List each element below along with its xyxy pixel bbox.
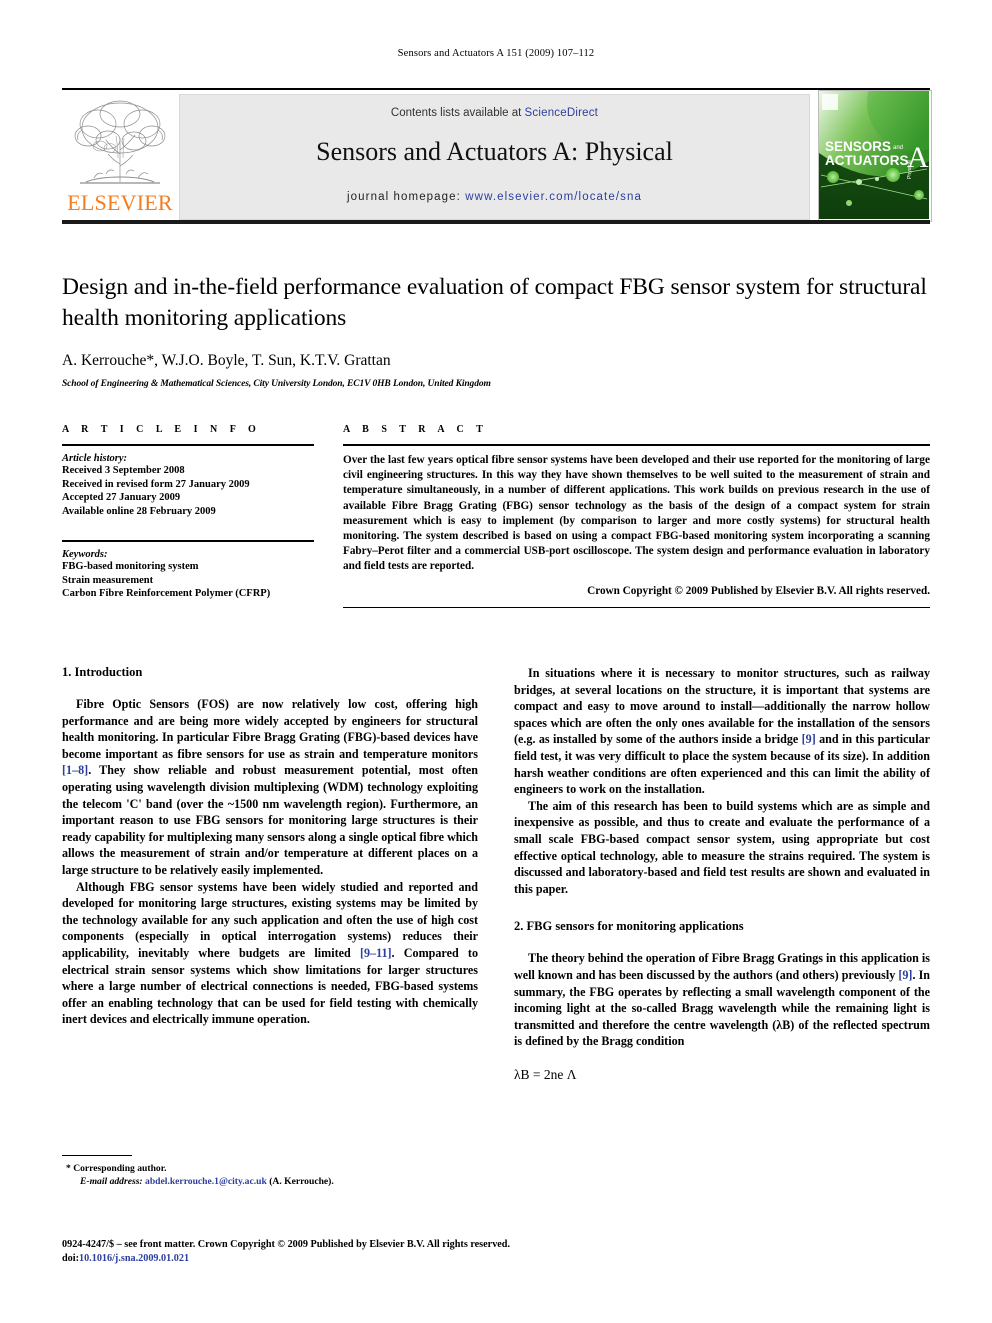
homepage-url-link[interactable]: www.elsevier.com/locate/sna — [465, 191, 642, 203]
citation-link[interactable]: [9] — [898, 968, 912, 982]
keyword-item: Strain measurement — [62, 574, 154, 586]
article-info-rule — [62, 444, 314, 446]
body-columns: 1. Introduction Fibre Optic Sensors (FOS… — [62, 665, 930, 1135]
equation-bragg-condition: λB = 2ne Λ — [514, 1066, 577, 1082]
keywords-label: Keywords: — [62, 549, 108, 560]
cover-title-and: and — [893, 145, 903, 151]
issn-copyright-line: 0924-4247/$ – see front matter. Crown Co… — [62, 1239, 511, 1250]
article-history-item: Available online 28 February 2009 — [62, 505, 216, 517]
doi-link[interactable]: 10.1016/j.sna.2009.01.021 — [79, 1253, 189, 1264]
paragraph: The theory behind the operation of Fibre… — [514, 950, 930, 1050]
abstract-bottom-rule — [343, 606, 930, 608]
citation-link[interactable]: [9] — [802, 732, 816, 746]
article-history-label: Article history: — [62, 453, 128, 464]
author-list: A. Kerrouche*, W.J.O. Boyle, T. Sun, K.T… — [62, 352, 391, 369]
abstract-rule — [343, 444, 930, 446]
journal-homepage-line: journal homepage: www.elsevier.com/locat… — [180, 191, 809, 203]
section-heading-fbg-sensors: 2. FBG sensors for monitoring applicatio… — [514, 919, 744, 934]
email-link[interactable]: abdel.kerrouche.1@city.ac.uk — [145, 1176, 267, 1187]
footnote-block: * Corresponding author. E-mail address: … — [62, 1155, 478, 1188]
email-owner: (A. Kerrouche). — [269, 1176, 334, 1187]
contents-prefix: Contents lists available at — [390, 107, 525, 119]
cover-artwork: SENSORS and ACTUATORS A Physical — [819, 91, 931, 219]
cover-title-line1: SENSORS — [825, 139, 891, 154]
sciencedirect-link[interactable]: ScienceDirect — [525, 107, 599, 119]
cover-title-line2: ACTUATORS — [825, 153, 909, 168]
paragraph-text: The theory behind the operation of Fibre… — [514, 951, 930, 982]
paragraph: The aim of this research has been to bui… — [514, 798, 930, 896]
abstract-text: Over the last few years optical fibre se… — [343, 454, 930, 573]
affiliation: School of Engineering & Mathematical Sci… — [62, 379, 491, 389]
doi-line: doi:10.1016/j.sna.2009.01.021 — [62, 1252, 930, 1266]
elsevier-wordmark: ELSEVIER — [67, 190, 173, 215]
article-info-column: A R T I C L E I N F O Article history: R… — [62, 424, 314, 601]
citation-link[interactable]: [1–8] — [62, 763, 88, 777]
email-note: E-mail address: abdel.kerrouche.1@city.a… — [62, 1175, 478, 1188]
journal-band: Contents lists available at ScienceDirec… — [179, 94, 810, 220]
paragraph: In situations where it is necessary to m… — [514, 665, 930, 798]
body-column-right: In situations where it is necessary to m… — [514, 665, 930, 1083]
keyword-item: Carbon Fibre Reinforcement Polymer (CFRP… — [62, 588, 271, 599]
contents-available-line: Contents lists available at ScienceDirec… — [180, 107, 809, 119]
masthead-bottom-rule — [62, 220, 930, 224]
article-history-item: Accepted 27 January 2009 — [62, 492, 181, 503]
section-heading-introduction: 1. Introduction — [62, 665, 143, 679]
body-column-left: 1. Introduction Fibre Optic Sensors (FOS… — [62, 665, 478, 1028]
elsevier-logo: ELSEVIER — [64, 94, 176, 218]
masthead-top-rule — [62, 88, 930, 90]
article-history-item: Received 3 September 2008 — [62, 465, 185, 476]
citation-link[interactable]: [9–11] — [360, 946, 392, 960]
paragraph-text: . They show reliable and robust measurem… — [62, 763, 478, 877]
doi-label: doi: — [62, 1253, 79, 1264]
page-title: Design and in-the-field performance eval… — [62, 274, 927, 331]
keyword-item: FBG-based monitoring system — [62, 561, 199, 572]
paragraph: Fibre Optic Sensors (FOS) are now relati… — [62, 696, 478, 879]
abstract-label: A B S T R A C T — [343, 424, 488, 435]
journal-cover-thumbnail: SENSORS and ACTUATORS A Physical — [818, 90, 932, 222]
cover-subtitle: Physical — [907, 160, 913, 179]
corresponding-author-note: * Corresponding author. — [66, 1163, 167, 1174]
footnote-rule — [62, 1155, 132, 1156]
abstract-copyright: Crown Copyright © 2009 Published by Else… — [587, 584, 930, 597]
title-block: Design and in-the-field performance eval… — [62, 272, 930, 389]
elsevier-tree-icon — [74, 100, 166, 184]
keywords-rule — [62, 540, 314, 542]
journal-title: Sensors and Actuators A: Physical — [316, 137, 673, 166]
homepage-prefix: journal homepage: — [347, 191, 466, 203]
page-footer: 0924-4247/$ – see front matter. Crown Co… — [62, 1238, 930, 1266]
abstract-column: A B S T R A C T Over the last few years … — [343, 424, 930, 608]
journal-masthead: ELSEVIER Contents lists available at Sci… — [62, 88, 932, 224]
paragraph-text: Fibre Optic Sensors (FOS) are now relati… — [62, 697, 478, 761]
running-head: Sensors and Actuators A 151 (2009) 107–1… — [397, 48, 595, 59]
email-label: E-mail address: — [80, 1176, 143, 1187]
article-history-item: Received in revised form 27 January 2009 — [62, 478, 250, 490]
paper-page: Sensors and Actuators A 151 (2009) 107–1… — [0, 0, 992, 1323]
paragraph: Although FBG sensor systems have been wi… — [62, 879, 478, 1028]
article-info-label: A R T I C L E I N F O — [62, 424, 261, 435]
